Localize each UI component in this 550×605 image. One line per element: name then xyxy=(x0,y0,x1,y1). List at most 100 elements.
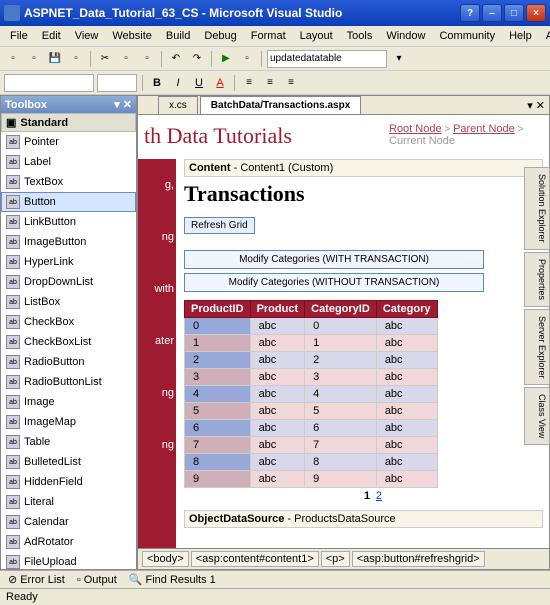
toolbox-item-imagebutton[interactable]: abImageButton xyxy=(1,232,136,252)
toolbox-item-textbox[interactable]: abTextBox xyxy=(1,172,136,192)
saveall-icon[interactable]: ▫ xyxy=(67,50,85,68)
tab-server-explorer[interactable]: Server Explorer xyxy=(524,309,550,386)
tab-error-list[interactable]: ⊘Error List xyxy=(4,572,69,587)
close-button[interactable]: × xyxy=(526,4,546,22)
table-row[interactable]: 2abc2abc xyxy=(185,352,438,369)
paste-icon[interactable]: ▫ xyxy=(138,50,156,68)
align-center-icon[interactable]: ≡ xyxy=(261,74,279,92)
menu-addins[interactable]: Addins xyxy=(540,28,550,44)
table-row[interactable]: 1abc1abc xyxy=(185,335,438,352)
toolbox-item-radiobuttonlist[interactable]: abRadioButtonList xyxy=(1,372,136,392)
breadcrumb-root[interactable]: Root Node xyxy=(389,123,442,135)
menu-edit[interactable]: Edit xyxy=(36,28,67,44)
toolbox-item-checkboxlist[interactable]: abCheckBoxList xyxy=(1,332,136,352)
objectdatasource-label[interactable]: ObjectDataSource - ProductsDataSource xyxy=(184,510,543,528)
tab-close-icon[interactable]: ✕ xyxy=(536,99,545,112)
size-combo[interactable] xyxy=(97,74,137,92)
undo-icon[interactable]: ↶ xyxy=(167,50,185,68)
menu-community[interactable]: Community xyxy=(433,28,501,44)
toolbox-item-bulletedlist[interactable]: abBulletedList xyxy=(1,452,136,472)
toolbox-item-image[interactable]: abImage xyxy=(1,392,136,412)
underline-icon[interactable]: U xyxy=(190,74,208,92)
tab-class-view[interactable]: Class View xyxy=(524,387,550,445)
column-header[interactable]: CategoryID xyxy=(305,301,377,318)
toolbox-item-table[interactable]: abTable xyxy=(1,432,136,452)
toolbox-item-hyperlink[interactable]: abHyperLink xyxy=(1,252,136,272)
table-row[interactable]: 0abc0abc xyxy=(185,318,438,335)
table-row[interactable]: 5abc5abc xyxy=(185,403,438,420)
toolbox-item-dropdownlist[interactable]: abDropDownList xyxy=(1,272,136,292)
tab-properties[interactable]: Properties xyxy=(524,252,550,307)
toolbox-category-standard[interactable]: ▣ Standard xyxy=(1,113,136,132)
align-left-icon[interactable]: ≡ xyxy=(240,74,258,92)
menu-layout[interactable]: Layout xyxy=(294,28,339,44)
pager-link-2[interactable]: 2 xyxy=(376,490,382,502)
toolbox-item-label[interactable]: abLabel xyxy=(1,152,136,172)
cut-icon[interactable]: ✂ xyxy=(96,50,114,68)
open-icon[interactable]: ▫ xyxy=(25,50,43,68)
toolbox-item-button[interactable]: abButton xyxy=(1,192,136,212)
minimize-button[interactable]: – xyxy=(482,4,502,22)
stop-icon[interactable]: ▫ xyxy=(238,50,256,68)
font-combo[interactable] xyxy=(4,74,94,92)
toolbox-header[interactable]: Toolbox ▾ ✕ xyxy=(1,96,136,113)
maximize-button[interactable]: □ xyxy=(504,4,524,22)
menu-file[interactable]: File xyxy=(4,28,34,44)
run-icon[interactable]: ▶ xyxy=(217,50,235,68)
toolbox-item-hiddenfield[interactable]: abHiddenField xyxy=(1,472,136,492)
modify-without-transaction-button[interactable]: Modify Categories (WITHOUT TRANSACTION) xyxy=(184,273,484,292)
pin-icon[interactable]: ▾ ✕ xyxy=(114,98,132,111)
menu-website[interactable]: Website xyxy=(106,28,158,44)
table-row[interactable]: 4abc4abc xyxy=(185,386,438,403)
forecolor-icon[interactable]: A xyxy=(211,74,229,92)
table-row[interactable]: 7abc7abc xyxy=(185,437,438,454)
new-icon[interactable]: ▫ xyxy=(4,50,22,68)
menu-format[interactable]: Format xyxy=(245,28,292,44)
table-row[interactable]: 8abc8abc xyxy=(185,454,438,471)
chevron-down-icon[interactable]: ▾ xyxy=(390,50,408,68)
column-header[interactable]: Product xyxy=(250,301,305,318)
toolbox-item-pointer[interactable]: abPointer xyxy=(1,132,136,152)
products-gridview[interactable]: ProductIDProductCategoryIDCategory0abc0a… xyxy=(184,300,438,488)
help-button[interactable]: ? xyxy=(460,4,480,22)
table-row[interactable]: 6abc6abc xyxy=(185,420,438,437)
refresh-grid-button[interactable]: Refresh Grid xyxy=(184,217,255,234)
menu-view[interactable]: View xyxy=(69,28,105,44)
toolbox-item-listbox[interactable]: abListBox xyxy=(1,292,136,312)
menu-window[interactable]: Window xyxy=(380,28,431,44)
tab-transactions-aspx[interactable]: BatchData/Transactions.aspx xyxy=(200,96,362,114)
column-header[interactable]: Category xyxy=(376,301,437,318)
menu-build[interactable]: Build xyxy=(160,28,196,44)
tab-dropdown-icon[interactable]: ▾ xyxy=(527,99,533,112)
table-row[interactable]: 9abc9abc xyxy=(185,471,438,488)
tab-cs-file[interactable]: x.cs xyxy=(158,96,198,114)
toolbox-item-adrotator[interactable]: abAdRotator xyxy=(1,532,136,552)
tab-solution-explorer[interactable]: Solution Explorer xyxy=(524,167,550,250)
find-combo[interactable] xyxy=(267,50,387,68)
breadcrumb-parent[interactable]: Parent Node xyxy=(453,123,515,135)
menu-help[interactable]: Help xyxy=(503,28,538,44)
column-header[interactable]: ProductID xyxy=(185,301,251,318)
copy-icon[interactable]: ▫ xyxy=(117,50,135,68)
redo-icon[interactable]: ↷ xyxy=(188,50,206,68)
list-icon[interactable]: ≡ xyxy=(282,74,300,92)
design-surface[interactable]: Root Node > Parent Node > Current Node t… xyxy=(138,115,549,548)
menu-tools[interactable]: Tools xyxy=(341,28,379,44)
toolbox-list[interactable]: abPointerabLabelabTextBoxabButtonabLinkB… xyxy=(1,132,136,569)
toolbox-item-literal[interactable]: abLiteral xyxy=(1,492,136,512)
modify-with-transaction-button[interactable]: Modify Categories (WITH TRANSACTION) xyxy=(184,250,484,269)
toolbox-item-checkbox[interactable]: abCheckBox xyxy=(1,312,136,332)
bold-icon[interactable]: B xyxy=(148,74,166,92)
save-icon[interactable]: 💾 xyxy=(46,50,64,68)
toolbox-item-linkbutton[interactable]: abLinkButton xyxy=(1,212,136,232)
toolbox-item-fileupload[interactable]: abFileUpload xyxy=(1,552,136,569)
menu-debug[interactable]: Debug xyxy=(198,28,242,44)
tab-find-results[interactable]: 🔍Find Results 1 xyxy=(125,572,220,587)
italic-icon[interactable]: I xyxy=(169,74,187,92)
toolbox-item-calendar[interactable]: abCalendar xyxy=(1,512,136,532)
toolbox-item-imagemap[interactable]: abImageMap xyxy=(1,412,136,432)
content-placeholder-label[interactable]: Content - Content1 (Custom) xyxy=(184,159,543,177)
tab-output[interactable]: ▫Output xyxy=(73,572,121,587)
table-row[interactable]: 3abc3abc xyxy=(185,369,438,386)
toolbox-item-radiobutton[interactable]: abRadioButton xyxy=(1,352,136,372)
